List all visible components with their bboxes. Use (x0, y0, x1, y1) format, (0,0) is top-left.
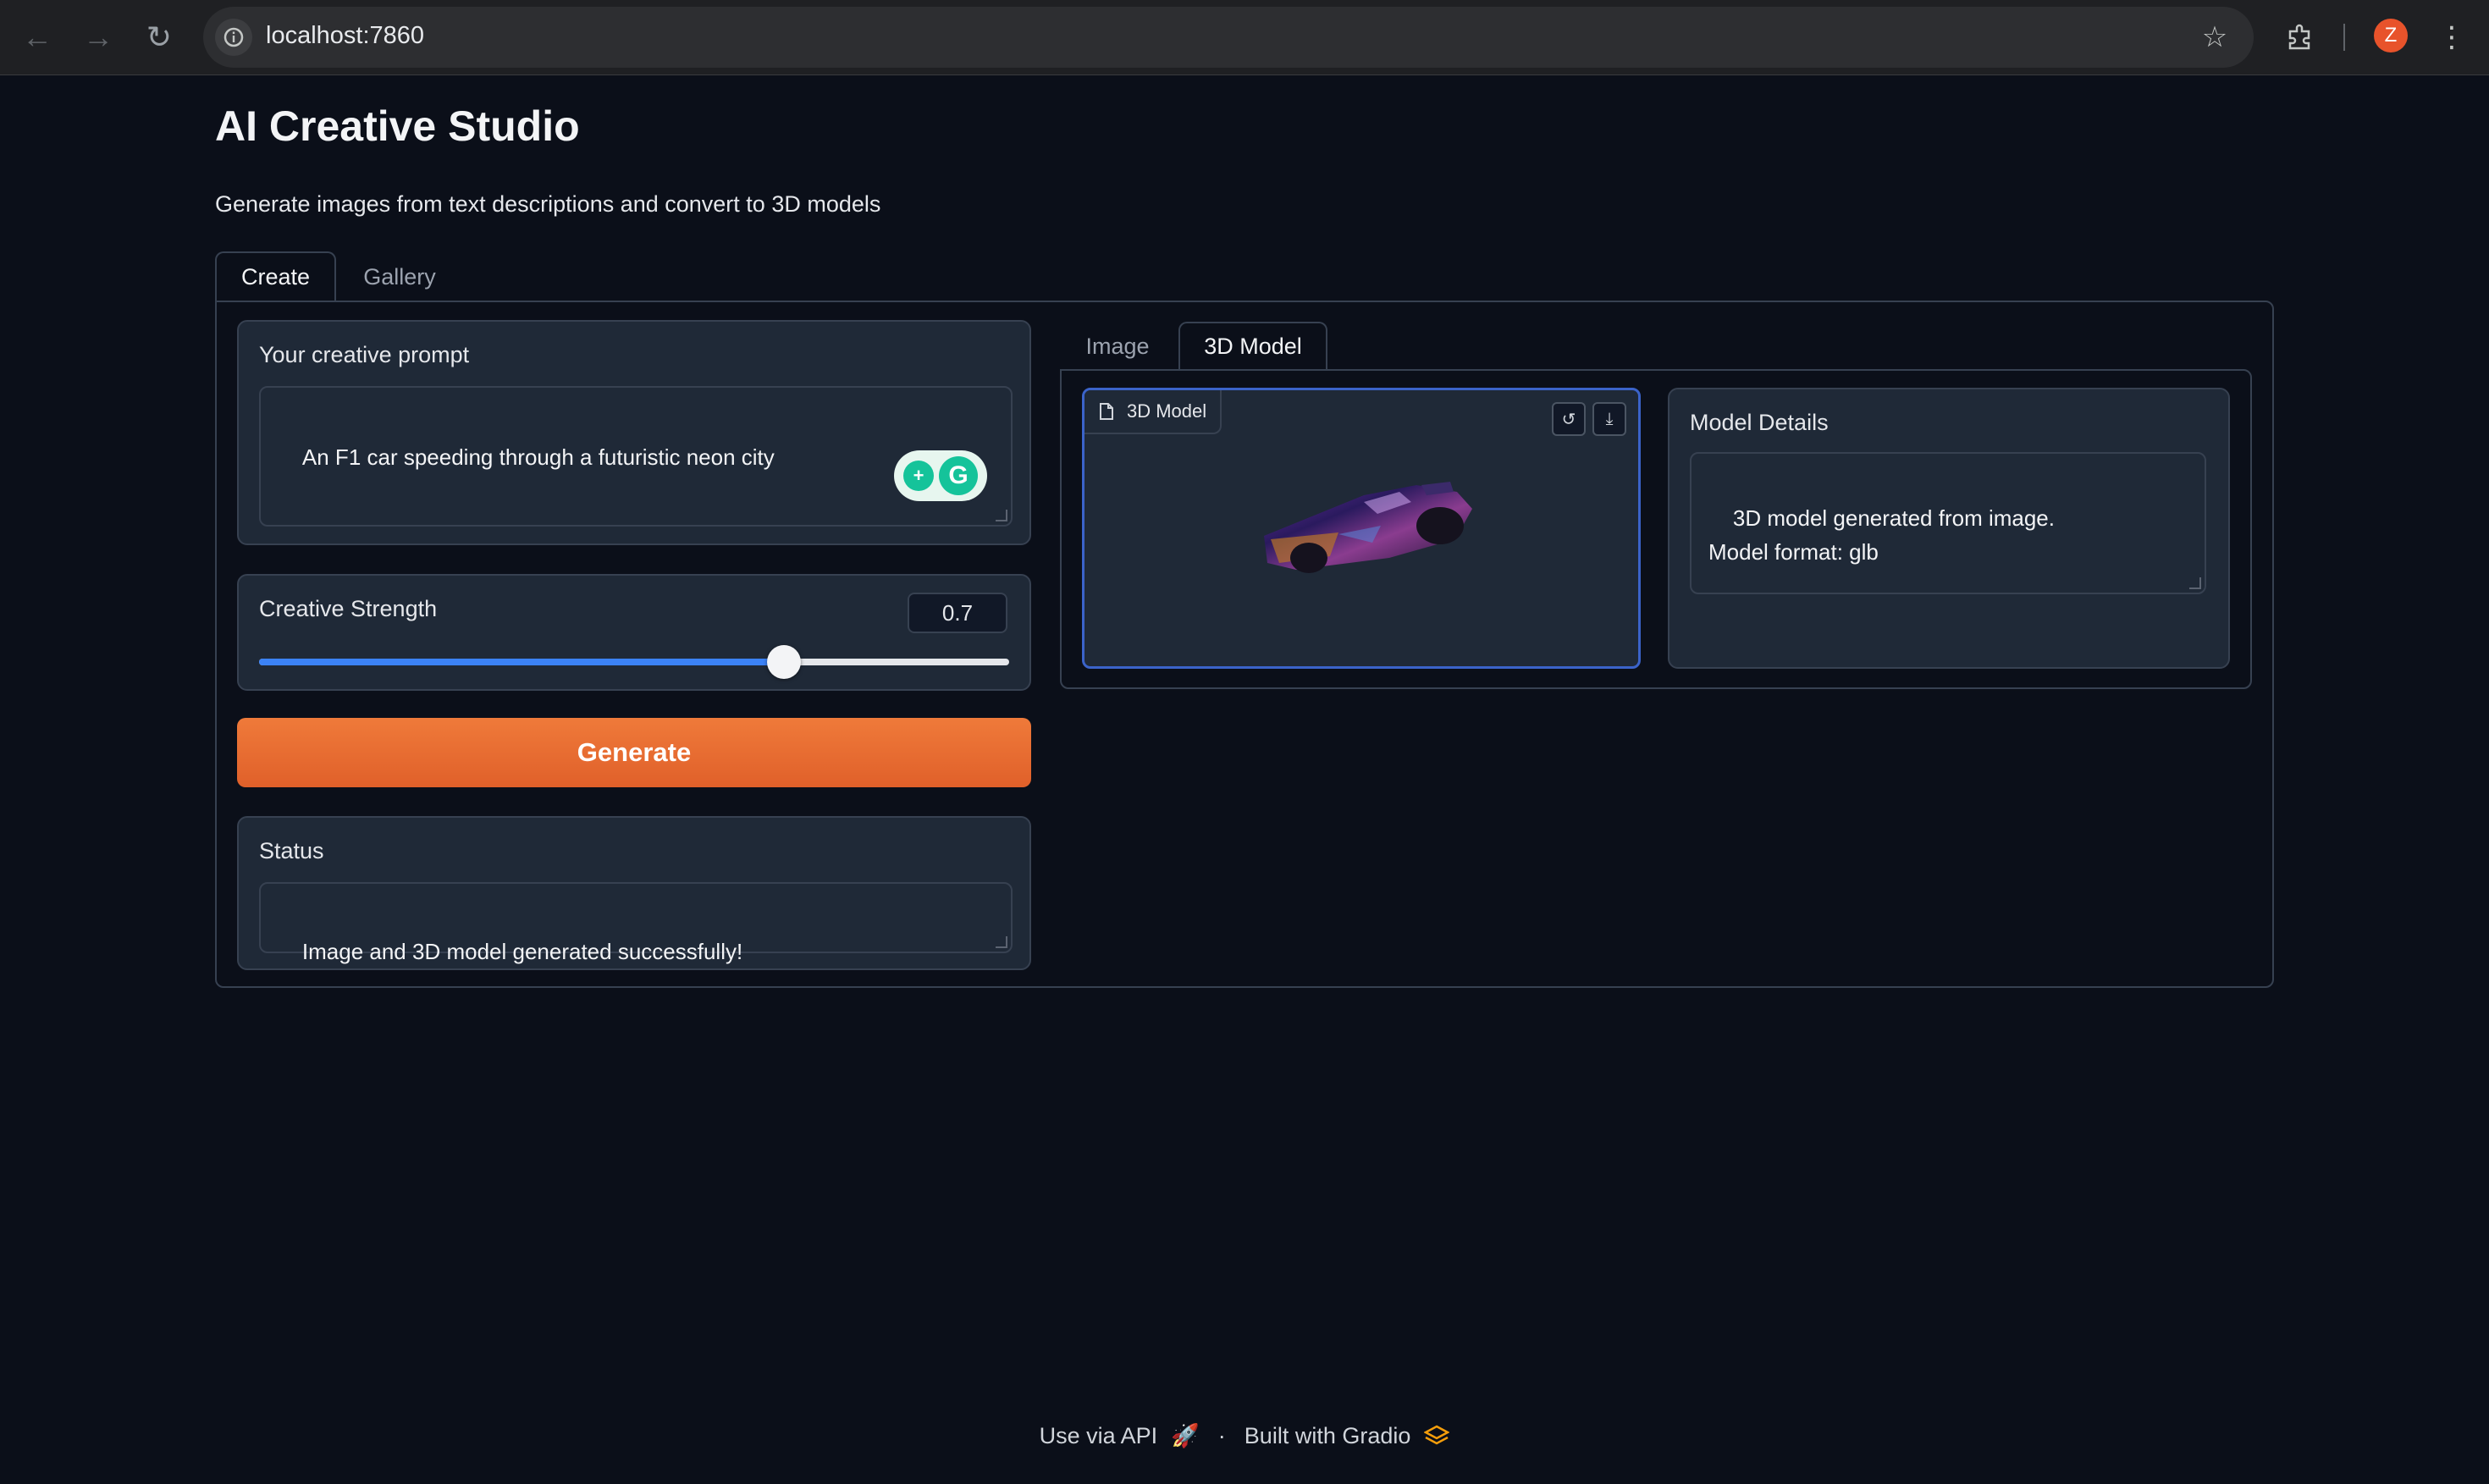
footer: Use via API 🚀 · Built with Gradio (0, 1422, 2489, 1449)
prompt-input[interactable]: An F1 car speeding through a futuristic … (259, 386, 1013, 527)
tab-create[interactable]: Create (215, 251, 336, 302)
url-text: localhost:7860 (266, 22, 425, 49)
prompt-block: Your creative prompt An F1 car speeding … (237, 320, 1031, 545)
strength-number-input[interactable]: 0.7 (908, 593, 1007, 633)
strength-slider[interactable] (259, 645, 1009, 679)
f1-car-model (1264, 482, 1472, 573)
model-details-output[interactable]: 3D model generated from image. Model for… (1690, 452, 2206, 594)
browser-toolbar: ← → ↻ localhost:7860 ☆ Z ⋮ (0, 0, 2489, 75)
tab-image[interactable]: Image (1060, 322, 1175, 371)
extensions-icon[interactable] (2279, 17, 2320, 58)
more-menu-icon[interactable]: ⋮ (2431, 17, 2472, 58)
footer-separator: · (1217, 1422, 1226, 1448)
resize-handle[interactable] (996, 936, 1007, 948)
grammarly-widget[interactable]: + G (894, 450, 987, 501)
slider-fill (259, 659, 785, 665)
lightbulb-icon[interactable]: + (903, 461, 934, 491)
model-details-text: 3D model generated from image. Model for… (1708, 505, 2055, 565)
resize-handle[interactable] (2189, 577, 2201, 589)
strength-block: Creative Strength 0.7 (237, 574, 1031, 691)
toolbar-divider (2343, 24, 2345, 51)
generate-button[interactable]: Generate (237, 718, 1031, 787)
site-info-icon[interactable] (215, 19, 252, 56)
rocket-icon: 🚀 (1171, 1423, 1200, 1448)
forward-arrow-icon[interactable]: → (78, 17, 119, 58)
slider-thumb[interactable] (767, 645, 802, 679)
reload-icon[interactable]: ↻ (139, 17, 179, 58)
grammarly-icon[interactable]: G (939, 456, 978, 495)
use-via-api-link[interactable]: Use via API (1040, 1423, 1158, 1449)
back-arrow-icon[interactable]: ← (17, 17, 58, 58)
model-viewer[interactable]: 3D Model ↺ ⤓ (1082, 388, 1641, 669)
tab-gallery[interactable]: Gallery (336, 251, 463, 302)
page-title: AI Creative Studio (215, 102, 580, 150)
model-details-block: Model Details 3D model generated from im… (1668, 388, 2230, 669)
profile-avatar[interactable]: Z (2374, 19, 2408, 52)
strength-label: Creative Strength (259, 596, 438, 621)
address-bar[interactable]: localhost:7860 ☆ (203, 7, 2254, 68)
bookmark-star-icon[interactable]: ☆ (2194, 17, 2235, 58)
status-text: Image and 3D model generated successfull… (301, 939, 743, 964)
built-with-gradio-link[interactable]: Built with Gradio (1244, 1423, 1411, 1449)
page-subtitle: Generate images from text descriptions a… (215, 191, 881, 217)
status-output[interactable]: Image and 3D model generated successfull… (259, 882, 1013, 964)
status-label: Status (259, 838, 324, 863)
resize-handle[interactable] (996, 510, 1007, 521)
prompt-text: An F1 car speeding through a futuristic … (301, 444, 775, 470)
tab-3d-model[interactable]: 3D Model (1178, 322, 1327, 371)
gradio-logo-icon (1424, 1425, 1450, 1445)
model-details-label: Model Details (1690, 410, 1829, 435)
prompt-label: Your creative prompt (259, 342, 470, 367)
status-block: Status Image and 3D model generated succ… (237, 816, 1031, 970)
